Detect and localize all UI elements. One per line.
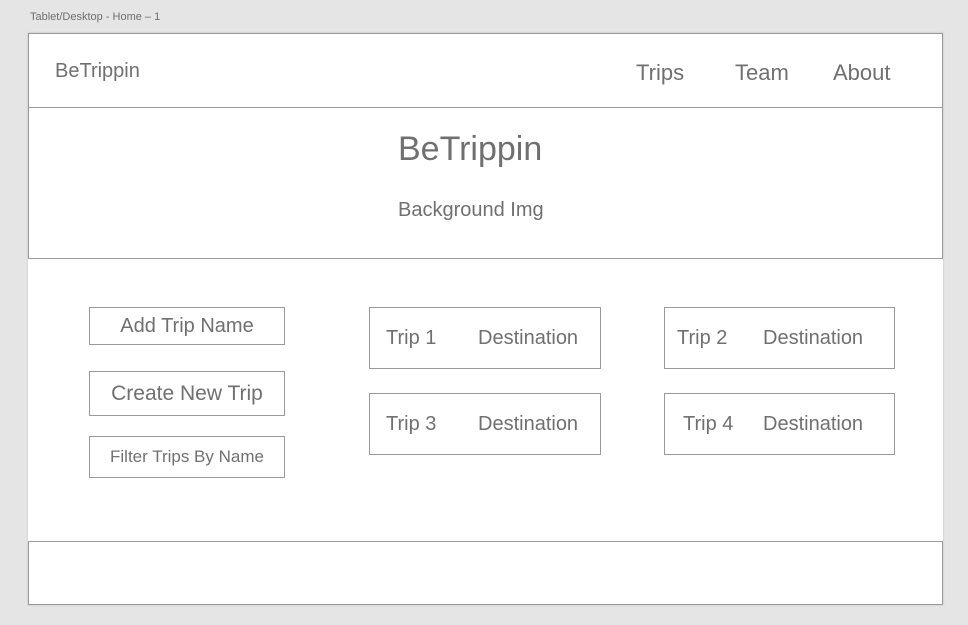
trip-card-3[interactable]: Trip 3 Destination [369,393,601,455]
footer [28,541,943,605]
nav-link-about[interactable]: About [833,60,891,86]
trip-destination: Destination [478,327,579,349]
hero-background-placeholder: Background Img [398,199,544,221]
filter-trips-input[interactable]: Filter Trips By Name [89,436,285,478]
hero-title: BeTrippin [398,130,543,168]
trip-card-1[interactable]: Trip 1 Destination [369,307,601,369]
trip-card-2[interactable]: Trip 2 Destination [664,307,895,369]
nav-link-trips[interactable]: Trips [636,60,684,86]
nav-link-team[interactable]: Team [735,60,789,86]
create-new-trip-button[interactable]: Create New Trip [89,371,285,416]
add-trip-name-input[interactable]: Add Trip Name [89,307,285,345]
trip-name: Trip 4 [683,413,734,435]
trip-name: Trip 3 [386,413,437,435]
trip-destination: Destination [763,413,864,435]
brand-logo-text[interactable]: BeTrippin [55,60,140,83]
trip-destination: Destination [763,327,864,349]
navbar: BeTrippin Trips Team About [28,33,943,108]
trip-name: Trip 1 [386,327,437,349]
trip-name: Trip 2 [677,327,728,349]
hero-banner: BeTrippin Background Img [28,107,943,259]
trip-card-4[interactable]: Trip 4 Destination [664,393,895,455]
artboard-label[interactable]: Tablet/Desktop - Home – 1 [30,11,160,23]
trip-destination: Destination [478,413,579,435]
artboard: BeTrippin Trips Team About BeTrippin Bac… [28,33,943,605]
